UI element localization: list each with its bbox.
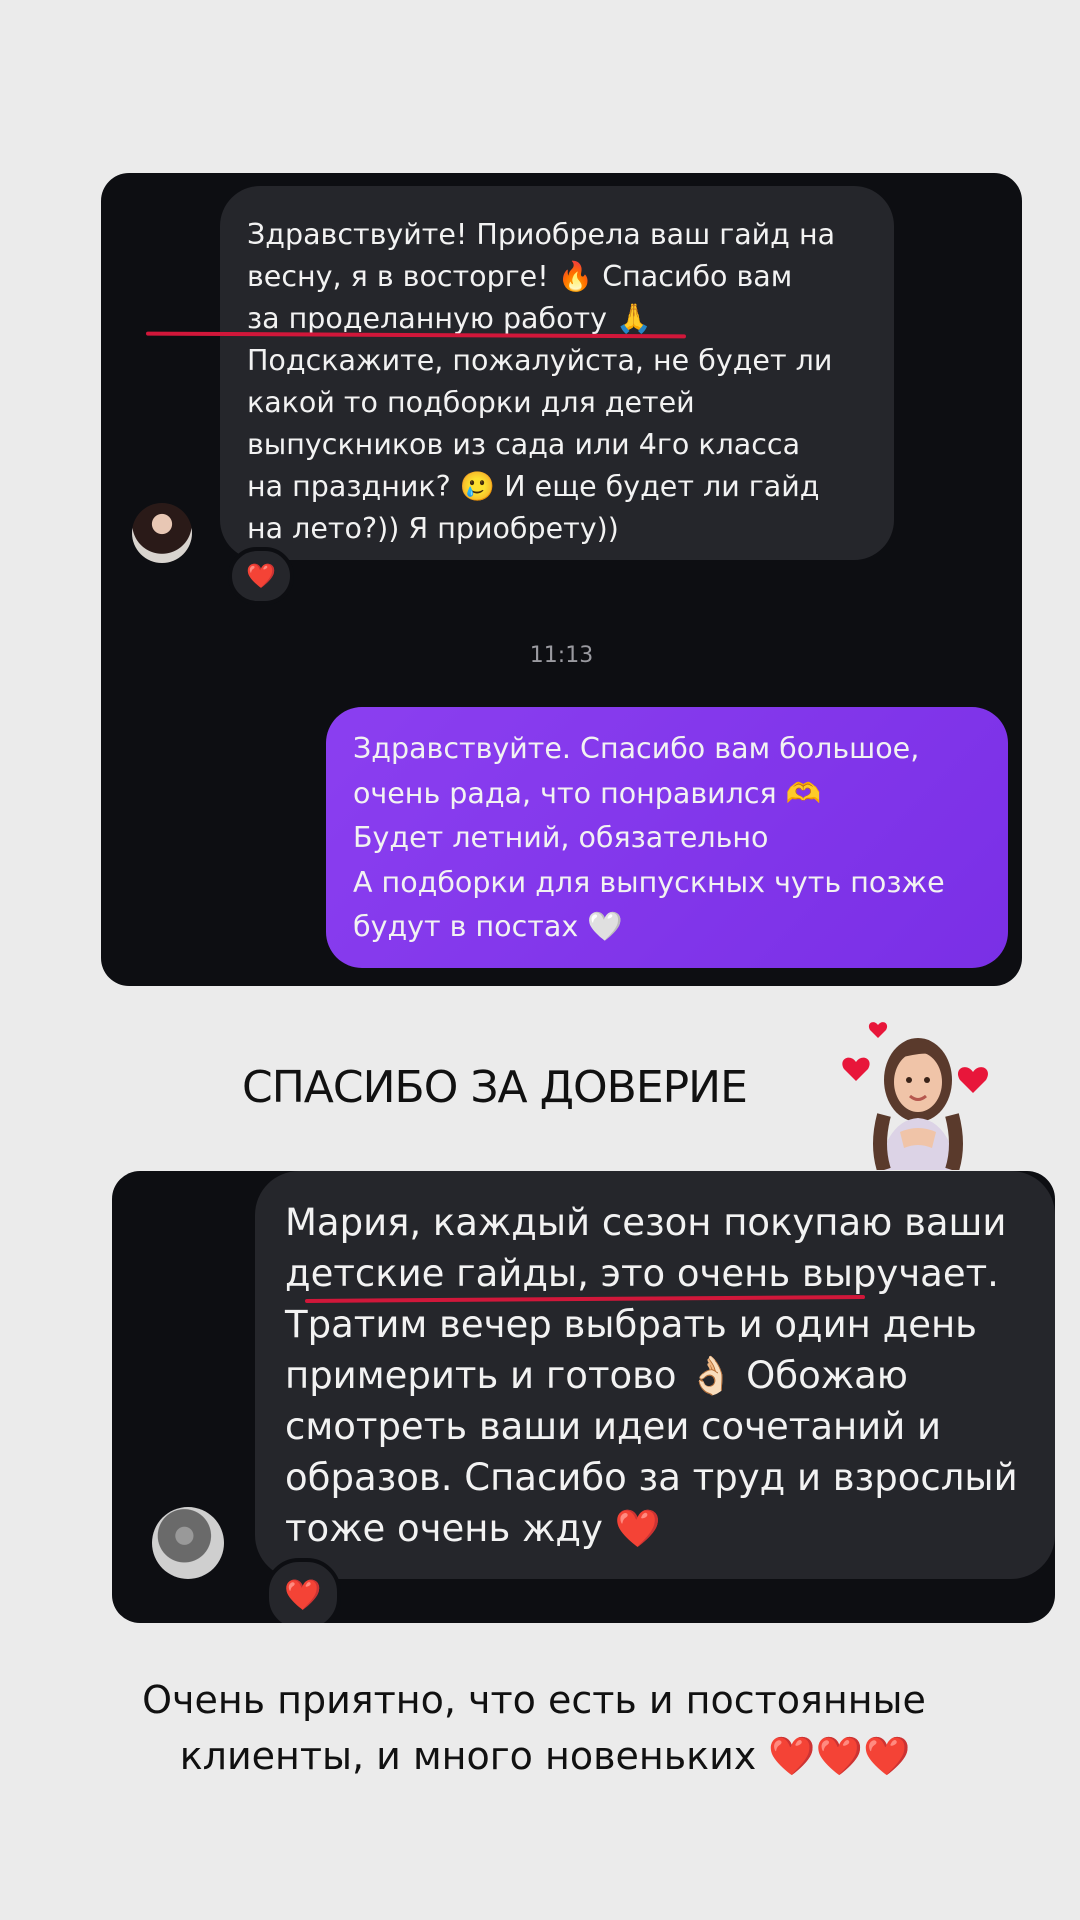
message-line: детские гайды, это очень выручает. — [285, 1252, 999, 1295]
message-line: очень рада, что понравился 🫶 — [353, 776, 822, 810]
caption-text: Очень приятно, что есть и постоянные кли… — [0, 1672, 1080, 1784]
message-line: выпускников из сада или 4го класса — [247, 428, 801, 461]
heart-reaction[interactable]: ❤️ — [228, 547, 294, 605]
message-line: на праздник? 🥲 И еще будет ли гайд — [247, 470, 820, 503]
message-line: Мария, каждый сезон покупаю ваши — [285, 1201, 1007, 1244]
caption-line: клиенты, и много новеньких ❤️❤️❤️ — [179, 1734, 911, 1778]
message-line: Тратим вечер выбрать и один день — [285, 1303, 977, 1346]
message-line: на лето?)) Я приобрету)) — [247, 512, 619, 545]
message-line: Будет летний, обязательно — [353, 821, 769, 854]
user-avatar[interactable] — [152, 1507, 224, 1579]
message-line: образов. Спасибо за труд и взрослый — [285, 1456, 1018, 1499]
outgoing-message[interactable]: Здравствуйте. Спасибо вам большое, очень… — [326, 707, 1008, 968]
message-line: смотреть ваши идеи сочетаний и — [285, 1405, 942, 1448]
message-line: примерить и готово 👌🏻 Обожаю — [285, 1354, 908, 1397]
user-avatar[interactable] — [132, 503, 192, 563]
message-line: какой то подборки для детей — [247, 386, 695, 419]
chat-screenshot-1: Здравствуйте! Приобрела ваш гайд на весн… — [101, 173, 1022, 986]
message-line: А подборки для выпускных чуть позже — [353, 865, 945, 899]
message-timestamp: 11:13 — [529, 643, 594, 668]
incoming-message[interactable]: Здравствуйте! Приобрела ваш гайд на весн… — [220, 186, 894, 560]
message-line: Здравствуйте. Спасибо вам большое, — [353, 732, 920, 765]
caption-line: Очень приятно, что есть и постоянные — [142, 1678, 926, 1722]
message-line: Здравствуйте! Приобрела ваш гайд на — [247, 218, 836, 251]
heart-icon: ❤️ — [284, 1578, 322, 1612]
heart-reaction[interactable]: ❤️ — [265, 1558, 341, 1623]
incoming-message[interactable]: Мария, каждый сезон покупаю ваши детские… — [255, 1171, 1055, 1579]
message-line: Подскажите, пожалуйста, не будет ли — [247, 344, 833, 377]
section-heading: СПАСИБО ЗА ДОВЕРИЕ — [242, 1062, 748, 1113]
message-line: тоже очень жду ❤️ — [285, 1507, 661, 1550]
girl-with-hearts-sticker-icon — [842, 1022, 989, 1170]
chat-screenshot-2: Мария, каждый сезон покупаю ваши детские… — [112, 1171, 1055, 1623]
message-line: будут в постах 🤍 — [353, 910, 623, 943]
message-line: весну, я в восторге! 🔥 Спасибо вам — [247, 260, 793, 293]
heart-icon: ❤️ — [246, 562, 276, 590]
